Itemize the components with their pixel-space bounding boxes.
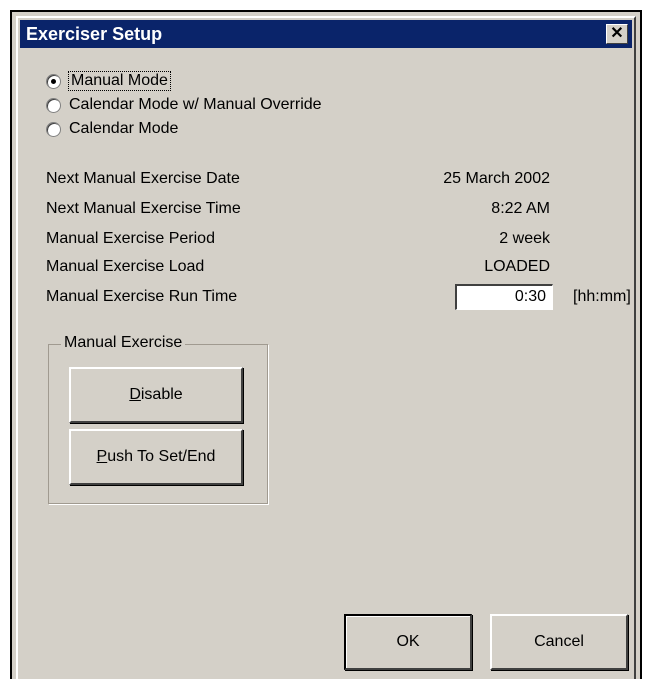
period-value: 2 week (499, 230, 550, 247)
period-label: Manual Exercise Period (46, 230, 215, 247)
radio-manual-mode[interactable]: Manual Mode (46, 70, 171, 92)
ok-button[interactable]: OK (344, 614, 472, 670)
disable-button[interactable]: Disable (69, 367, 243, 423)
disable-label-rest: isable (140, 386, 183, 403)
load-value: LOADED (484, 258, 550, 275)
run-time-unit: [hh:mm] (573, 288, 631, 305)
push-to-set-end-button[interactable]: Push To Set/End (69, 429, 243, 485)
push-label-rest: ush To Set/End (107, 448, 216, 465)
dialog-frame: Exerciser Setup ✕ Manual Mode Calendar M… (10, 10, 642, 679)
manual-exercise-group: Manual Exercise Disable Push To Set/End (48, 334, 268, 504)
next-time-label: Next Manual Exercise Time (46, 200, 241, 217)
next-date-label: Next Manual Exercise Date (46, 170, 240, 187)
run-time-label: Manual Exercise Run Time (46, 288, 238, 305)
radio-calendar-mode[interactable]: Calendar Mode (46, 118, 178, 140)
run-time-input[interactable]: 0:30 (455, 284, 553, 310)
disable-mnemonic: D (129, 386, 141, 403)
ok-button-label: OK (396, 633, 420, 650)
radio-button-icon[interactable] (46, 97, 61, 113)
load-label: Manual Exercise Load (46, 258, 205, 275)
title-bar: Exerciser Setup ✕ (20, 20, 632, 48)
cancel-button[interactable]: Cancel (490, 614, 628, 670)
cancel-button-label: Cancel (534, 633, 584, 650)
radio-button-icon[interactable] (46, 73, 61, 89)
dialog-title: Exerciser Setup (26, 24, 163, 44)
radio-button-icon[interactable] (46, 121, 61, 137)
push-mnemonic: P (96, 448, 108, 465)
push-button-label: Push To Set/End (97, 448, 216, 466)
manual-exercise-group-label: Manual Exercise (61, 334, 186, 352)
radio-label-calendar-override-mode: Calendar Mode w/ Manual Override (69, 96, 322, 113)
radio-calendar-override-mode[interactable]: Calendar Mode w/ Manual Override (46, 94, 322, 116)
next-date-value: 25 March 2002 (443, 170, 550, 187)
radio-label-manual-mode: Manual Mode (68, 71, 171, 91)
close-icon: ✕ (610, 25, 624, 42)
close-button[interactable]: ✕ (606, 24, 628, 44)
exerciser-setup-dialog: Exerciser Setup ✕ Manual Mode Calendar M… (16, 16, 636, 679)
disable-button-label: Disable (129, 386, 182, 404)
next-time-value: 8:22 AM (491, 200, 550, 217)
radio-label-calendar-mode: Calendar Mode (69, 120, 179, 137)
